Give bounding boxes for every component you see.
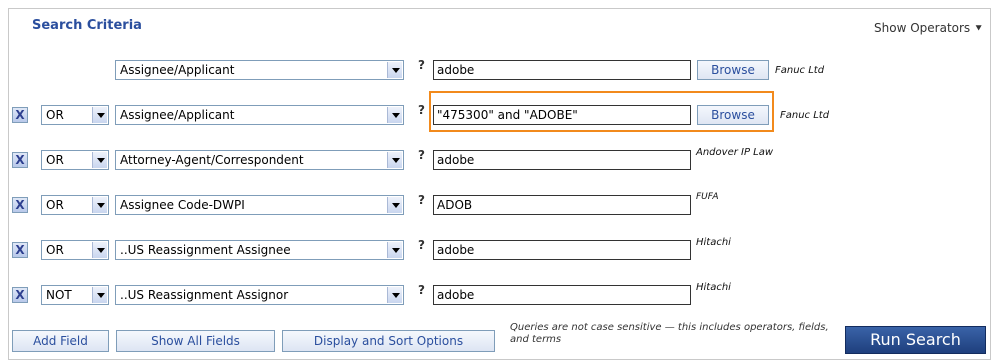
example-hint: Hitachi xyxy=(696,237,731,248)
example-hint: Fanuc Ltd xyxy=(780,110,830,121)
field-select[interactable]: ..US Reassignment Assignor xyxy=(115,285,404,305)
chevron-down-icon: ⯆ xyxy=(974,22,983,35)
field-select-value: ..US Reassignment Assignee xyxy=(120,243,291,257)
operator-select-value: NOT xyxy=(46,288,72,302)
criteria-row: X OR Assignee Code-DWPI ? ADOB FUFA xyxy=(0,191,993,217)
criteria-row: Assignee/Applicant ? adobe Browse Fanuc … xyxy=(0,56,993,82)
field-select-value: ..US Reassignment Assignor xyxy=(120,288,289,302)
operator-select[interactable]: OR xyxy=(41,195,109,215)
field-select[interactable]: Attorney-Agent/Correspondent xyxy=(115,150,404,170)
dropdown-arrow-icon[interactable] xyxy=(387,287,402,303)
operator-select[interactable]: OR xyxy=(41,240,109,260)
operator-select-value: OR xyxy=(46,153,64,167)
highlight-box xyxy=(429,91,774,132)
help-icon[interactable]: ? xyxy=(418,148,425,162)
field-select[interactable]: ..US Reassignment Assignee xyxy=(115,240,404,260)
field-select[interactable]: Assignee Code-DWPI xyxy=(115,195,404,215)
field-select-value: Attorney-Agent/Correspondent xyxy=(120,153,304,167)
case-sensitivity-note: Queries are not case sensitive — this in… xyxy=(510,322,829,345)
show-all-fields-button[interactable]: Show All Fields xyxy=(116,330,275,352)
show-operators-label: Show Operators xyxy=(874,21,971,35)
example-hint: Hitachi xyxy=(696,282,731,293)
criteria-row: X OR ..US Reassignment Assignee ? adobe … xyxy=(0,236,993,262)
search-term-input[interactable]: adobe xyxy=(433,60,691,80)
dropdown-arrow-icon[interactable] xyxy=(92,197,107,213)
remove-row-icon[interactable]: X xyxy=(12,242,28,258)
operator-select-value: OR xyxy=(46,243,64,257)
operator-select[interactable]: OR xyxy=(41,150,109,170)
help-icon[interactable]: ? xyxy=(418,193,425,207)
remove-row-icon[interactable]: X xyxy=(12,107,28,123)
field-select-value: Assignee Code-DWPI xyxy=(120,198,245,212)
search-term-input[interactable]: adobe xyxy=(433,240,691,260)
field-select-value: Assignee/Applicant xyxy=(120,108,235,122)
remove-row-icon[interactable]: X xyxy=(12,152,28,168)
search-term-input[interactable]: adobe xyxy=(433,150,691,170)
criteria-row: X OR Attorney-Agent/Correspondent ? adob… xyxy=(0,146,993,172)
dropdown-arrow-icon[interactable] xyxy=(92,242,107,258)
dropdown-arrow-icon[interactable] xyxy=(92,107,107,123)
remove-row-icon[interactable]: X xyxy=(12,287,28,303)
operator-select-value: OR xyxy=(46,198,64,212)
help-icon[interactable]: ? xyxy=(418,238,425,252)
display-sort-options-button[interactable]: Display and Sort Options xyxy=(282,330,495,352)
add-field-button[interactable]: Add Field xyxy=(12,330,109,352)
dropdown-arrow-icon[interactable] xyxy=(387,152,402,168)
dropdown-arrow-icon[interactable] xyxy=(387,197,402,213)
help-icon[interactable]: ? xyxy=(418,58,425,72)
dropdown-arrow-icon[interactable] xyxy=(92,287,107,303)
remove-row-icon[interactable]: X xyxy=(12,197,28,213)
dropdown-arrow-icon[interactable] xyxy=(387,242,402,258)
example-hint: Andover IP Law xyxy=(696,147,774,158)
example-hint: FUFA xyxy=(696,192,719,202)
operator-select[interactable]: OR xyxy=(41,105,109,125)
field-select-value: Assignee/Applicant xyxy=(120,63,235,77)
help-icon[interactable]: ? xyxy=(418,103,425,117)
run-search-button[interactable]: Run Search xyxy=(845,326,986,354)
search-term-input[interactable]: ADOB xyxy=(433,195,691,215)
field-select[interactable]: Assignee/Applicant xyxy=(115,105,404,125)
field-select[interactable]: Assignee/Applicant xyxy=(115,60,404,80)
panel-title: Search Criteria xyxy=(32,18,142,33)
operator-select[interactable]: NOT xyxy=(41,285,109,305)
search-term-input[interactable]: adobe xyxy=(433,285,691,305)
example-hint: Fanuc Ltd xyxy=(775,65,825,76)
operator-select-value: OR xyxy=(46,108,64,122)
dropdown-arrow-icon[interactable] xyxy=(387,62,402,78)
dropdown-arrow-icon[interactable] xyxy=(387,107,402,123)
dropdown-arrow-icon[interactable] xyxy=(92,152,107,168)
criteria-row: X NOT ..US Reassignment Assignor ? adobe… xyxy=(0,281,993,307)
browse-button[interactable]: Browse xyxy=(697,60,769,80)
help-icon[interactable]: ? xyxy=(418,283,425,297)
show-operators-toggle[interactable]: Show Operators ⯆ xyxy=(874,21,983,36)
